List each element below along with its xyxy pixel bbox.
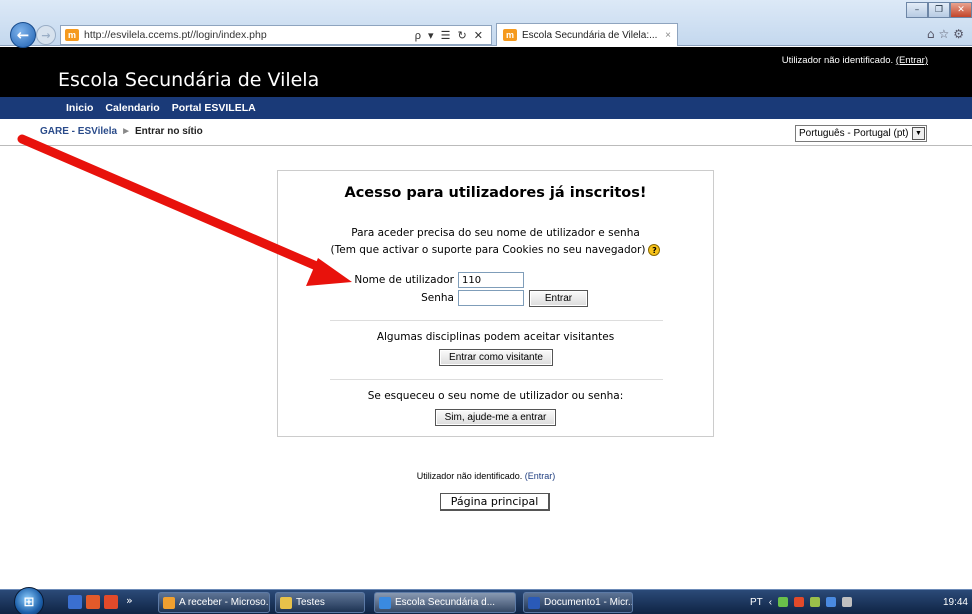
tray-network-icon[interactable] [778, 597, 789, 607]
taskbar-button-browser[interactable]: Escola Secundária d... [374, 592, 516, 613]
guest-login-button[interactable]: Entrar como visitante [439, 349, 553, 366]
site-title: Escola Secundária de Vilela [58, 69, 320, 91]
windows-logo-icon: ⊞ [23, 594, 35, 610]
tray-language[interactable]: PT [750, 597, 763, 608]
quicklaunch-overflow-icon[interactable]: » [126, 594, 133, 607]
ie-icon [379, 596, 391, 609]
footer-login-link[interactable]: (Entrar) [525, 471, 556, 481]
taskbar-label: Escola Secundária d... [395, 597, 496, 608]
quicklaunch-app-icon[interactable] [104, 595, 118, 609]
login-intro-line1: Para aceder precisa do seu nome de utili… [351, 227, 640, 239]
taskbar-button-word[interactable]: Documento1 - Micr... [523, 592, 633, 613]
minimize-button[interactable]: – [906, 2, 928, 18]
nav-item-calendario[interactable]: Calendario [105, 102, 159, 114]
forward-button[interactable]: → [36, 25, 56, 45]
main-nav: Inicio Calendario Portal ESVILELA [0, 97, 972, 119]
address-bar[interactable]: m http://esvilela.ccems.pt//login/index.… [60, 25, 492, 45]
taskbar-label: Testes [296, 597, 325, 608]
tab-title: Escola Secundária de Vilela:... [522, 29, 658, 41]
window-controls: – ❐ ✕ [906, 2, 972, 18]
username-input[interactable]: 110 [458, 272, 524, 288]
url-text: http://esvilela.ccems.pt//login/index.ph… [84, 29, 267, 41]
forgot-text: Se esqueceu o seu nome de utilizador ou … [367, 390, 624, 402]
login-box: Acesso para utilizadores já inscritos! P… [277, 170, 714, 437]
taskbar-button-outlook[interactable]: A receber - Microso... [158, 592, 270, 613]
login-status-text: Utilizador não identificado. [781, 55, 894, 66]
language-select[interactable]: Português - Portugal (pt) ▼ [795, 125, 927, 142]
chevron-down-icon[interactable]: ▼ [912, 127, 925, 140]
tray-volume-icon[interactable] [842, 597, 853, 607]
gear-icon[interactable]: ⚙ [953, 27, 968, 41]
back-arrow-icon: ← [16, 26, 30, 44]
taskbar-label: A receber - Microso... [179, 597, 270, 608]
divider [330, 320, 663, 321]
breadcrumb-current: Entrar no sítio [134, 126, 203, 137]
forward-arrow-icon: → [41, 28, 51, 42]
browser-toolbar-icons[interactable]: ⌂☆⚙ [927, 27, 968, 41]
windows-taskbar: ⊞ » A receber - Microso... Testes Escola… [0, 587, 972, 614]
tray-update-icon[interactable] [826, 597, 837, 607]
breadcrumb-bar: GARE - ESVilela ► Entrar no sítio Portuguê… [0, 119, 972, 146]
footer-login-status: Utilizador não identificado. [416, 471, 523, 481]
tray-clock[interactable]: 19:44 [943, 597, 972, 608]
divider [330, 379, 663, 380]
browser-chrome: – ❐ ✕ ← → m http://esvilela.ccems.pt//lo… [0, 0, 972, 48]
tab-close-icon[interactable]: × [665, 30, 671, 41]
help-icon[interactable]: ? [648, 244, 661, 256]
password-input[interactable] [458, 290, 524, 306]
tray-app-icon[interactable] [810, 597, 821, 607]
tray-security-icon[interactable] [794, 597, 805, 607]
login-submit-button[interactable]: Entrar [529, 290, 588, 307]
cookies-note: (Tem que activar o suporte para Cookies … [330, 244, 646, 256]
language-selected-value: Português - Portugal (pt) [799, 128, 909, 139]
taskbar-button-testes[interactable]: Testes [275, 592, 365, 613]
home-page-button[interactable]: Página principal [440, 493, 550, 511]
moodle-favicon-icon: m [65, 29, 79, 41]
username-label: Nome de utilizador [354, 274, 454, 286]
tab-favicon-icon: m [503, 29, 517, 41]
password-label: Senha [421, 292, 454, 304]
forgot-password-button[interactable]: Sim, ajude-me a entrar [435, 409, 556, 426]
login-link[interactable]: (Entrar) [896, 55, 928, 66]
taskbar-label: Documento1 - Micr... [544, 597, 633, 608]
quicklaunch-office-icon[interactable] [86, 595, 100, 609]
site-header: Escola Secundária de Vilela Utilizador n… [0, 47, 972, 97]
folder-icon [280, 596, 292, 609]
address-tools-icons[interactable]: ρ ▾ ☰ ↻ ✕ [415, 29, 491, 42]
start-button[interactable]: ⊞ [14, 587, 44, 614]
nav-item-portal[interactable]: Portal ESVILELA [172, 102, 256, 114]
home-icon[interactable]: ⌂ [927, 27, 939, 41]
outlook-icon [163, 596, 175, 609]
star-icon[interactable]: ☆ [938, 27, 953, 41]
guest-text: Algumas disciplinas podem aceitar visita… [376, 331, 615, 343]
quicklaunch-word-icon[interactable] [68, 595, 82, 609]
maximize-button[interactable]: ❐ [928, 2, 950, 18]
footer-login-info: Utilizador não identificado. (Entrar) [0, 471, 972, 481]
browser-tab-active[interactable]: m Escola Secundária de Vilela:... × [496, 23, 678, 46]
breadcrumb-home-link[interactable]: GARE - ESVilela [40, 126, 117, 137]
close-window-button[interactable]: ✕ [950, 2, 972, 18]
login-intro-line2: (Tem que activar o suporte para Cookies … [278, 244, 713, 256]
login-title: Acesso para utilizadores já inscritos! [344, 185, 647, 201]
breadcrumb: GARE - ESVilela ► Entrar no sítio [40, 126, 203, 137]
header-login-info: Utilizador não identificado. (Entrar) [782, 55, 928, 66]
system-tray: PT ‹ 19:44 [744, 590, 972, 614]
back-button[interactable]: ← [10, 22, 36, 48]
word-doc-icon [528, 596, 540, 609]
nav-item-inicio[interactable]: Inicio [66, 102, 93, 114]
breadcrumb-separator-icon: ► [121, 126, 131, 137]
tray-expand-icon[interactable]: ‹ [769, 597, 772, 608]
